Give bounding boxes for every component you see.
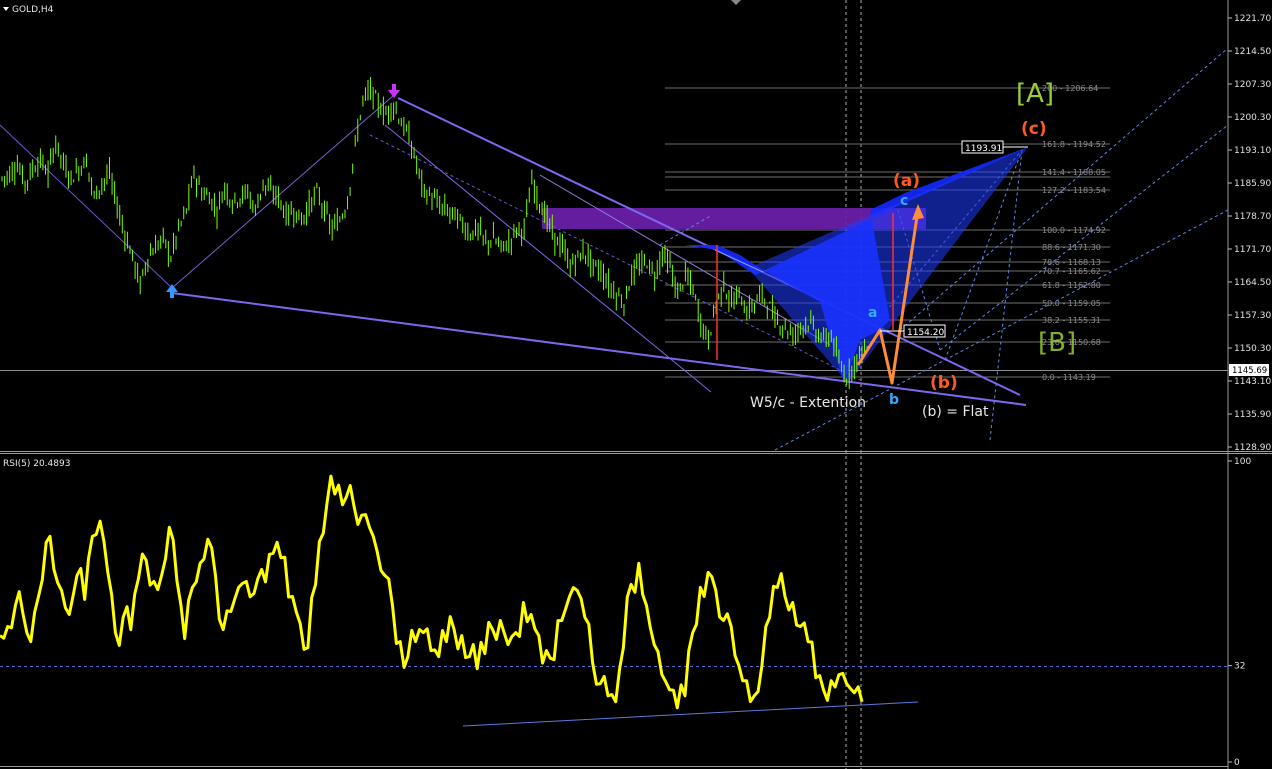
fib-level-label: 161.8 - 1194.52 bbox=[1042, 140, 1106, 149]
price-axis-label: 1207.30 bbox=[1234, 80, 1271, 90]
target-price-label: 1193.91 bbox=[965, 144, 1002, 154]
wave-label-A: [A] bbox=[1016, 79, 1054, 109]
price-axis-label: 1214.50 bbox=[1234, 47, 1271, 57]
fib-level-label: 70.7 - 1165.62 bbox=[1042, 267, 1101, 276]
price-axis-label: 1143.10 bbox=[1234, 377, 1271, 387]
wave-label-b-small: b bbox=[889, 392, 899, 408]
fib-level-label: 0.0 - 1143.19 bbox=[1042, 373, 1096, 382]
extension-annotation: W5/c - Extention bbox=[750, 395, 866, 411]
price-axis-label: 1193.10 bbox=[1234, 146, 1271, 156]
wave-label-B: [B] bbox=[1038, 328, 1076, 358]
indicator-title: RSI(5) 20.4893 bbox=[3, 459, 70, 469]
wave-label-c-small: c bbox=[900, 193, 908, 209]
price-axis-label: 1164.50 bbox=[1234, 278, 1271, 288]
price-axis-label: 1185.90 bbox=[1234, 179, 1271, 189]
price-axis-label: 1135.90 bbox=[1234, 410, 1271, 420]
fib-level-label: 141.4 - 1188.05 bbox=[1042, 168, 1106, 177]
symbol-title: GOLD,H4 bbox=[12, 5, 54, 15]
chart-window: GOLD,H4 1221.70 1214.50 1207.30 1200.30 1193… bbox=[0, 0, 1272, 769]
wave-label-a-paren: (a) bbox=[893, 171, 920, 191]
current-price-label: 1145.69 bbox=[1232, 366, 1267, 376]
wave-label-a-small: a bbox=[868, 305, 877, 321]
price-axis-label: 1157.30 bbox=[1234, 311, 1271, 321]
rsi-axis-label: 0 bbox=[1234, 758, 1240, 768]
flat-annotation: (b) = Flat bbox=[922, 404, 989, 420]
price-axis-label: 1200.30 bbox=[1234, 113, 1271, 123]
wave-label-b-paren: (b) bbox=[930, 373, 958, 393]
fib-level-label: 61.8 - 1162.80 bbox=[1042, 281, 1101, 290]
fib-level-label: 88.6 - 1171.30 bbox=[1042, 243, 1101, 252]
fib-level-label: 78.6 - 1168.13 bbox=[1042, 258, 1101, 267]
price-axis-label: 1178.70 bbox=[1234, 212, 1271, 222]
price-axis-label: 1128.90 bbox=[1234, 443, 1271, 453]
price-axis-label: 1171.70 bbox=[1234, 245, 1271, 255]
rsi-axis-label: 32 bbox=[1234, 662, 1245, 672]
fib-level-label: 38.2 - 1155.31 bbox=[1042, 316, 1101, 325]
rsi-axis-label: 100 bbox=[1234, 457, 1251, 467]
point-a-price-label: 1154.20 bbox=[907, 328, 944, 338]
price-axis-label: 1150.30 bbox=[1234, 344, 1271, 354]
fib-level-label: 127.2 - 1183.54 bbox=[1042, 186, 1106, 195]
price-axis-label: 1221.70 bbox=[1234, 14, 1271, 24]
wave-label-c-big: (c) bbox=[1021, 119, 1047, 139]
